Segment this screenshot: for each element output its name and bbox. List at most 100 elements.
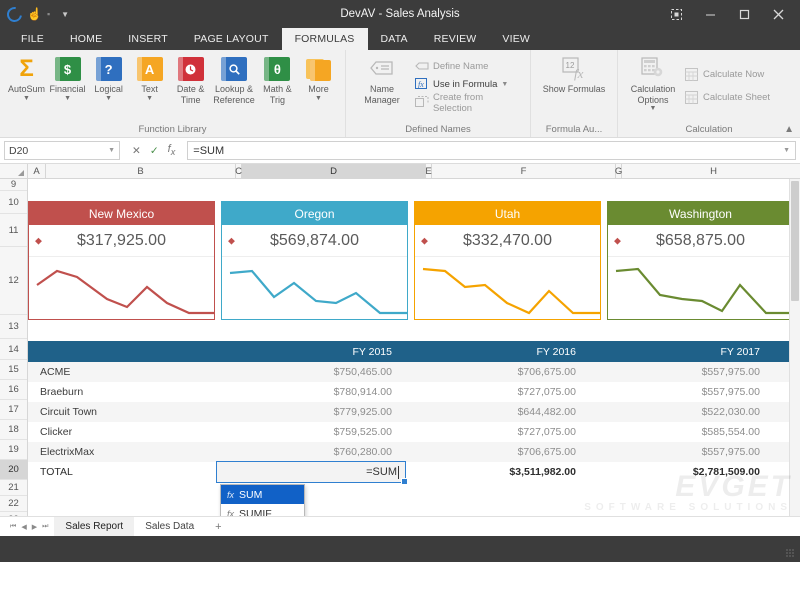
- sheet-tab-sales-report[interactable]: Sales Report: [54, 516, 135, 537]
- maximize-icon[interactable]: [728, 2, 760, 26]
- vertical-scrollbar[interactable]: [789, 179, 800, 516]
- row-header-10[interactable]: 10: [0, 191, 27, 214]
- row-header-18[interactable]: 18: [0, 420, 27, 440]
- row-header-19[interactable]: 19: [0, 440, 27, 460]
- column-header-a[interactable]: A: [28, 164, 46, 178]
- row-header-23[interactable]: 23: [0, 512, 27, 516]
- insert-function-icon[interactable]: fx: [168, 143, 176, 157]
- ribbon-display-options-icon[interactable]: [660, 2, 692, 26]
- more-functions-button[interactable]: More ▼: [298, 55, 339, 102]
- name-manager-button[interactable]: Name Manager: [352, 55, 412, 105]
- tab-file[interactable]: FILE: [8, 28, 57, 50]
- sheet-tab-sales-data[interactable]: Sales Data: [134, 517, 205, 537]
- accept-icon[interactable]: ✓: [150, 145, 159, 157]
- row-header-17[interactable]: 17: [0, 400, 27, 420]
- row-label-total: TOTAL: [40, 466, 73, 478]
- quick-access-toolbar[interactable]: ☝ ▪ ▼: [0, 3, 69, 25]
- touch-mode-icon[interactable]: ☝: [27, 8, 42, 20]
- row-header-14[interactable]: 14: [0, 339, 27, 360]
- table-row[interactable]: ElectrixMax $760,280.00 $706,675.00 $557…: [28, 442, 800, 462]
- tab-review[interactable]: REVIEW: [421, 28, 490, 50]
- name-box-caret-icon[interactable]: ▼: [108, 147, 115, 154]
- math-trig-button[interactable]: θ Math & Trig: [257, 55, 298, 105]
- table-row[interactable]: ACME $750,465.00 $706,675.00 $557,975.00: [28, 362, 800, 382]
- vertical-scrollbar-thumb[interactable]: [791, 181, 799, 301]
- autosum-button[interactable]: Σ AutoSum ▼: [6, 55, 47, 102]
- qat-separator-icon: ▪: [46, 9, 51, 19]
- next-sheet-icon[interactable]: ▶: [32, 523, 37, 531]
- row-header-11[interactable]: 11: [0, 214, 27, 247]
- tab-page-layout[interactable]: PAGE LAYOUT: [181, 28, 282, 50]
- table-total-row[interactable]: TOTAL $3,511,982.00 $2,781,509.00: [28, 462, 800, 482]
- row-header-16[interactable]: 16: [0, 380, 27, 400]
- autocomplete-item-sum[interactable]: fx SUM: [221, 485, 304, 504]
- text-label: Text: [141, 84, 158, 94]
- first-sheet-icon[interactable]: ⏮: [10, 523, 16, 531]
- show-formulas-button[interactable]: 12 fx Show Formulas: [537, 55, 611, 95]
- calculate-sheet-button[interactable]: Calculate Sheet: [682, 86, 773, 108]
- more-caret-icon[interactable]: ▼: [315, 95, 322, 102]
- autocomplete-item-sumif[interactable]: fx SUMIF: [221, 504, 304, 517]
- function-fx-icon: fx: [227, 489, 235, 500]
- row-header-9[interactable]: 9: [0, 179, 27, 191]
- use-in-formula-button[interactable]: fx Use in Formula ▼: [412, 76, 524, 93]
- resize-grip-icon[interactable]: [786, 549, 795, 558]
- cancel-icon[interactable]: ✕: [132, 145, 141, 157]
- calculation-options-button[interactable]: Calculation Options ▼: [624, 55, 682, 112]
- date-time-button[interactable]: Date & Time: [170, 55, 211, 105]
- tab-data[interactable]: DATA: [368, 28, 421, 50]
- financial-book-icon: $: [54, 57, 81, 81]
- tab-insert[interactable]: INSERT: [115, 28, 181, 50]
- formula-input[interactable]: =SUM ▼: [187, 141, 796, 160]
- create-from-selection-label: Create from Selection: [432, 91, 484, 114]
- column-header-row: A B C D E F G H I: [0, 164, 800, 179]
- add-sheet-button[interactable]: +: [205, 521, 231, 533]
- close-icon[interactable]: [762, 2, 794, 26]
- braeburn-fy2015: $780,914.00: [333, 386, 392, 398]
- text-button[interactable]: A Text ▼: [129, 55, 170, 102]
- last-sheet-icon[interactable]: ⏭: [42, 523, 48, 531]
- select-all-corner[interactable]: [0, 164, 28, 178]
- row-header-12[interactable]: 12: [0, 247, 27, 315]
- customize-qat-caret-icon[interactable]: ▼: [61, 10, 69, 19]
- prev-sheet-icon[interactable]: ◀: [21, 523, 26, 531]
- more-functions-label: More: [308, 84, 329, 94]
- calculation-options-caret-icon[interactable]: ▼: [650, 105, 657, 112]
- expand-formula-bar-icon[interactable]: ▼: [783, 147, 790, 154]
- row-header-15[interactable]: 15: [0, 360, 27, 380]
- table-header-row: FY 2015 FY 2016 FY 2017: [28, 341, 800, 362]
- ribbon-tab-strip: FILE HOME INSERT PAGE LAYOUT FORMULAS DA…: [0, 28, 800, 50]
- autosum-caret-icon[interactable]: ▼: [23, 95, 30, 102]
- column-header-b[interactable]: B: [46, 164, 236, 178]
- tab-formulas[interactable]: FORMULAS: [281, 28, 368, 50]
- logical-caret-icon[interactable]: ▼: [105, 95, 112, 102]
- table-row[interactable]: Circuit Town $779,925.00 $644,482.00 $52…: [28, 402, 800, 422]
- table-row[interactable]: Braeburn $780,914.00 $727,075.00 $557,97…: [28, 382, 800, 402]
- row-header-22[interactable]: 22: [0, 496, 27, 512]
- column-header-f[interactable]: F: [432, 164, 616, 178]
- column-header-h[interactable]: H: [622, 164, 800, 178]
- table-row[interactable]: Clicker $759,525.00 $727,075.00 $585,554…: [28, 422, 800, 442]
- calculate-now-button[interactable]: Calculate Now: [682, 63, 773, 85]
- logical-book-icon: ?: [95, 57, 122, 81]
- financial-caret-icon[interactable]: ▼: [64, 95, 71, 102]
- row-header-21[interactable]: 21: [0, 480, 27, 496]
- sheet-nav-arrows[interactable]: ⏮ ◀ ▶ ⏭: [4, 523, 54, 531]
- row-header-13[interactable]: 13: [0, 315, 27, 339]
- row-header-20[interactable]: 20: [0, 460, 27, 480]
- use-in-formula-caret-icon[interactable]: ▼: [501, 81, 508, 88]
- active-cell-editor[interactable]: =SUM: [216, 461, 408, 485]
- name-box[interactable]: D20 ▼: [4, 141, 120, 160]
- lookup-reference-button[interactable]: Lookup & Reference: [211, 55, 257, 105]
- minimize-icon[interactable]: [694, 2, 726, 26]
- collapse-ribbon-icon[interactable]: ▲: [784, 124, 794, 135]
- text-caret-icon[interactable]: ▼: [146, 95, 153, 102]
- financial-button[interactable]: $ Financial ▼: [47, 55, 88, 102]
- column-header-d[interactable]: D: [242, 164, 426, 178]
- define-name-button[interactable]: Define Name: [412, 58, 524, 75]
- create-from-selection-button[interactable]: Create from Selection: [412, 91, 524, 114]
- tab-view[interactable]: VIEW: [489, 28, 543, 50]
- formula-autocomplete-dropdown[interactable]: fx SUM fx SUMIF fx SUMIFS fx SUMPRODUCT: [220, 484, 305, 516]
- tab-home[interactable]: HOME: [57, 28, 115, 50]
- logical-button[interactable]: ? Logical ▼: [88, 55, 129, 102]
